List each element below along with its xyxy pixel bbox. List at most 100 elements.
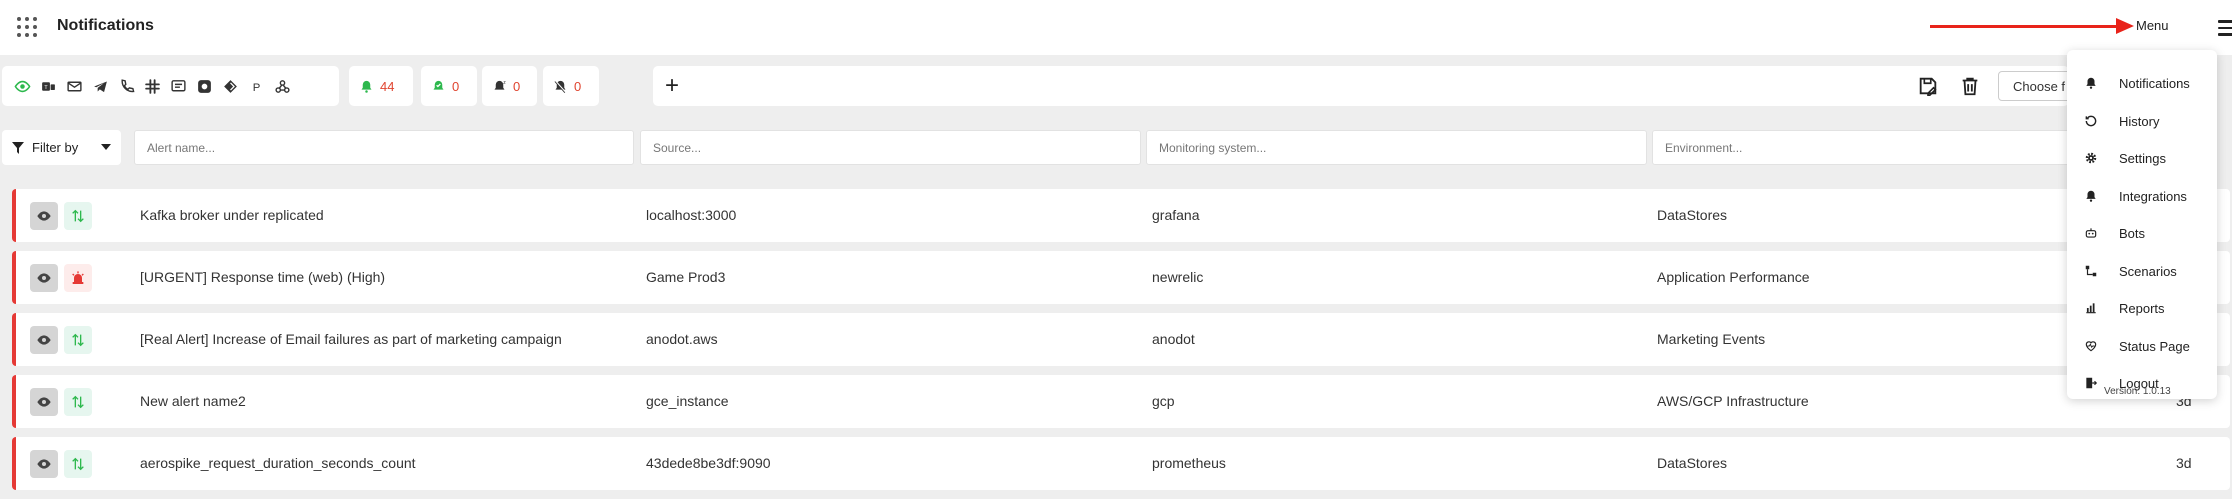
menu-item-history[interactable]: History (2067, 106, 2217, 136)
app-version: Version: 1.0.13 (2104, 386, 2171, 397)
hamburger-menu-icon[interactable] (2218, 20, 2232, 36)
alert-row[interactable]: Kafka broker under replicated localhost:… (12, 189, 2230, 242)
status-badge (64, 450, 92, 478)
robot-icon (2083, 225, 2099, 241)
status-badge (64, 264, 92, 292)
environment-input[interactable] (1652, 130, 2072, 165)
count-acknowledged[interactable]: 0 (421, 66, 477, 106)
count-snoozed-value: 0 (513, 78, 521, 94)
eye-icon (37, 273, 51, 283)
phone-icon[interactable] (116, 76, 136, 96)
alert-name[interactable]: [URGENT] Response time (web) (High) (140, 269, 385, 285)
status-badge (64, 202, 92, 230)
menu-item-label: Status Page (2119, 338, 2190, 354)
alert-row[interactable]: aerospike_request_duration_seconds_count… (12, 437, 2230, 490)
menu-item-label: Scenarios (2119, 263, 2177, 279)
teams-icon[interactable]: T (38, 76, 58, 96)
menu-item-label: Notifications (2119, 75, 2190, 91)
chevron-down-icon (101, 144, 111, 150)
menu-item-label: Reports (2119, 300, 2165, 316)
alert-row[interactable]: [URGENT] Response time (web) (High) Game… (12, 251, 2230, 304)
alert-name[interactable]: aerospike_request_duration_seconds_count (140, 455, 416, 471)
filter-by-dropdown[interactable]: Filter by (2, 130, 121, 165)
count-snoozed[interactable]: z 0 (482, 66, 537, 106)
apps-grid-icon[interactable] (17, 17, 37, 37)
alert-environment: Marketing Events (1657, 331, 1766, 347)
alert-name-input[interactable] (134, 130, 634, 165)
scenarios-icon (2083, 263, 2099, 279)
eye-icon[interactable] (12, 76, 32, 96)
webhook-icon[interactable] (272, 76, 292, 96)
message-icon[interactable] (168, 76, 188, 96)
menu-item-reports[interactable]: Reports (2067, 293, 2217, 323)
alert-source: anodot.aws (646, 331, 718, 347)
bell-icon (2083, 75, 2099, 91)
menu-item-integrations[interactable]: Integrations (2067, 181, 2217, 211)
monitoring-system-input[interactable] (1146, 130, 1647, 165)
count-alerts[interactable]: 44 (349, 66, 413, 106)
funnel-icon (12, 141, 24, 154)
acknowledged-bell-icon (433, 80, 444, 90)
menu-item-notifications[interactable]: Notifications (2067, 68, 2217, 98)
filter-bar: Filter by (0, 130, 2232, 165)
mail-icon[interactable] (64, 76, 84, 96)
diamond-icon[interactable] (220, 76, 240, 96)
trash-icon[interactable] (1959, 75, 1981, 97)
menu-item-status-page[interactable]: Status Page (2067, 331, 2217, 361)
alert-name[interactable]: Kafka broker under replicated (140, 207, 324, 223)
up-down-arrows-icon (72, 457, 84, 471)
view-button[interactable] (30, 450, 58, 478)
pagerduty-icon[interactable]: P (246, 76, 266, 96)
snooze-bell-icon: z (494, 80, 506, 90)
save-filter-icon[interactable] (1917, 75, 1939, 97)
mattermost-icon[interactable] (194, 76, 214, 96)
menu-item-bots[interactable]: Bots (2067, 218, 2217, 248)
integration-filter-group: T P (2, 66, 339, 106)
muted-bell-icon (554, 79, 566, 93)
count-muted[interactable]: 0 (543, 66, 599, 106)
svg-text:z: z (503, 80, 506, 86)
up-down-arrows-icon (72, 333, 84, 347)
alert-name[interactable]: New alert name2 (140, 393, 246, 409)
eye-icon (37, 335, 51, 345)
view-button[interactable] (30, 264, 58, 292)
alert-age: 3d (2176, 455, 2192, 471)
telegram-icon[interactable] (90, 76, 110, 96)
alert-source: gce_instance (646, 393, 729, 409)
menu-item-label: Integrations (2119, 188, 2187, 204)
toolbar: T P 44 0 z 0 0 + Choose f (0, 66, 2232, 106)
eye-icon (37, 397, 51, 407)
view-button[interactable] (30, 388, 58, 416)
source-input[interactable] (640, 130, 1141, 165)
menu-item-settings[interactable]: Settings (2067, 143, 2217, 173)
svg-text:T: T (44, 84, 48, 90)
view-button[interactable] (30, 202, 58, 230)
top-bar: Notifications Menu (0, 0, 2232, 55)
alert-row[interactable]: [Real Alert] Increase of Email failures … (12, 313, 2230, 366)
alert-monitoring: prometheus (1152, 455, 1226, 471)
alert-monitoring: anodot (1152, 331, 1195, 347)
annotation-arrow-menu (1930, 18, 2134, 34)
menu-item-label: Settings (2119, 150, 2166, 166)
menu-item-scenarios[interactable]: Scenarios (2067, 256, 2217, 286)
actions-bar: + (653, 66, 2069, 106)
alert-environment: Application Performance (1657, 269, 1810, 285)
alert-bell-icon (361, 80, 372, 93)
view-button[interactable] (30, 326, 58, 354)
alert-environment: DataStores (1657, 455, 1728, 471)
alert-name[interactable]: [Real Alert] Increase of Email failures … (140, 331, 562, 347)
alert-row[interactable]: New alert name2 gce_instance gcp AWS/GCP… (12, 375, 2230, 428)
alert-monitoring: newrelic (1152, 269, 1204, 285)
main-menu-dropdown: Notifications History Settings Integrati… (2067, 50, 2217, 399)
count-muted-value: 0 (574, 78, 582, 94)
slack-icon[interactable] (142, 76, 162, 96)
alert-environment: DataStores (1657, 207, 1728, 223)
add-button[interactable]: + (665, 74, 679, 98)
up-down-arrows-icon (72, 395, 84, 409)
filter-by-label: Filter by (32, 140, 79, 155)
menu-label[interactable]: Menu (2136, 18, 2169, 33)
chart-icon (2083, 300, 2099, 316)
logout-icon (2083, 375, 2099, 391)
choose-filter-select[interactable]: Choose f (1998, 71, 2078, 101)
up-down-arrows-icon (72, 209, 84, 223)
